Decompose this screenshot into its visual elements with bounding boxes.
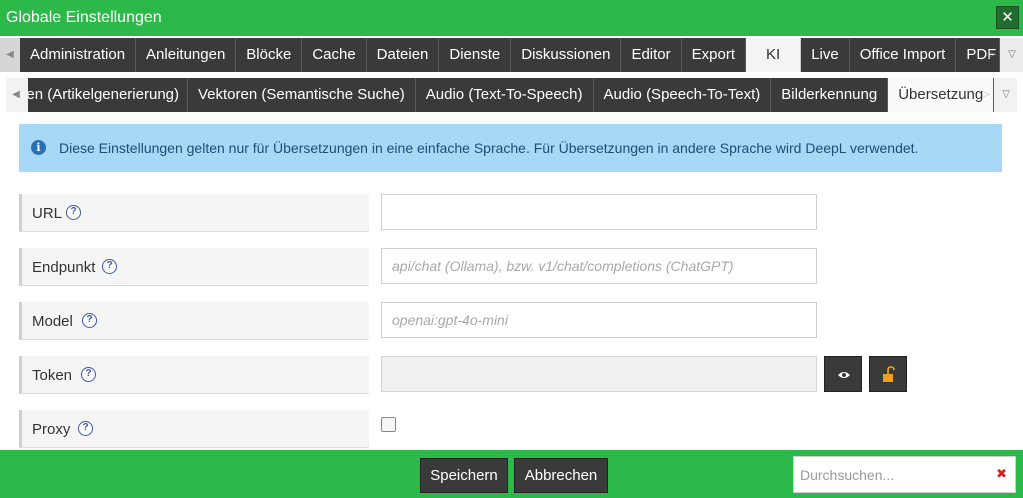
dialog-titlebar: Globale Einstellungen ✕ [0,0,1023,36]
tab-ki[interactable]: KI [746,38,802,72]
help-icon[interactable]: ? [78,421,93,436]
form-row-url: URL ? [19,194,999,232]
tab-cache[interactable]: Cache [302,38,367,72]
sub-tab-bar: ◀ Texten (Artikelgenerierung) Vektoren (… [6,78,1017,112]
dialog-footer: Speichern Abbrechen ✖ [0,450,1023,498]
subtab-audio-stt[interactable]: Audio (Speech-To-Text) [593,78,772,112]
form-row-endpoint: Endpunkt ? [19,248,999,286]
subtab-vektoren[interactable]: Vektoren (Semantische Suche) [188,78,416,112]
show-token-button[interactable] [824,356,862,392]
tab-administration[interactable]: Administration [20,38,137,72]
url-input[interactable] [381,194,817,230]
tab-live[interactable]: Live [801,38,850,72]
main-tab-bar: ◀ Administration Anleitungen Blöcke Cach… [0,38,1023,72]
subtab-bilderkennung[interactable]: Bilderkennung [771,78,889,112]
proxy-label: Proxy [32,421,71,438]
form-row-model: Model ? [19,302,999,340]
close-icon: ✕ [1001,9,1014,26]
eye-icon [838,372,850,378]
label-cell: Model ? [19,302,369,340]
tab-editor[interactable]: Editor [621,38,682,72]
save-button[interactable]: Speichern [420,458,508,493]
help-icon[interactable]: ? [81,367,96,382]
info-icon: i [31,140,46,155]
tab-bloecke[interactable]: Blöcke [236,38,303,72]
subtabs-scroll-left-icon[interactable]: ◀ [6,78,26,112]
label-cell: Endpunkt ? [19,248,369,286]
model-label: Model [32,313,73,330]
form-row-token: Token ? [19,356,999,394]
endpoint-label: Endpunkt [32,259,96,276]
clear-search-icon[interactable]: ✖ [996,466,1007,482]
unlock-token-button[interactable] [869,356,907,392]
dialog-title: Globale Einstellungen [6,9,162,26]
label-cell: Token ? [19,356,369,394]
tab-dienste[interactable]: Dienste [439,38,512,72]
unlock-icon [883,366,895,382]
main-tabs: Administration Anleitungen Blöcke Cache … [20,38,1001,72]
info-text: Diese Einstellungen gelten nur für Übers… [59,140,919,156]
tabs-scroll-left-icon[interactable]: ◀ [0,38,20,72]
label-cell: Proxy ? [19,410,369,448]
tab-dateien[interactable]: Dateien [366,38,440,72]
help-icon[interactable]: ? [66,205,81,220]
tabs-scroll-right-icon[interactable]: ▷ [982,38,1002,72]
search-box: ✖ [793,456,1016,493]
url-label: URL [32,205,63,222]
tabs-menu-chevron-down-icon[interactable]: ▽ [1002,38,1022,72]
subtab-texten[interactable]: Texten (Artikelgenerierung) [28,78,188,112]
subtabs-scroll-right-icon[interactable]: ▷ [976,78,996,112]
token-input[interactable] [381,356,817,392]
tab-office-import[interactable]: Office Import [849,38,957,72]
subtab-audio-tts[interactable]: Audio (Text-To-Speech) [415,78,594,112]
search-input[interactable] [794,457,989,492]
help-icon[interactable]: ? [82,313,97,328]
close-button[interactable]: ✕ [996,6,1019,29]
info-message: i Diese Einstellungen gelten nur für Übe… [19,124,1002,172]
form-row-proxy: Proxy ? [19,410,999,448]
sub-tabs: Texten (Artikelgenerierung) Vektoren (Se… [28,78,995,112]
model-input[interactable] [381,302,817,338]
label-cell: URL ? [19,194,369,232]
dialog-body: ◀ Administration Anleitungen Blöcke Cach… [0,36,1023,450]
subtabs-menu-chevron-down-icon[interactable]: ▽ [996,78,1016,112]
tab-diskussionen[interactable]: Diskussionen [511,38,622,72]
token-label: Token [32,367,73,384]
help-icon[interactable]: ? [102,259,117,274]
tab-export[interactable]: Export [681,38,746,72]
endpoint-input[interactable] [381,248,817,284]
cancel-button[interactable]: Abbrechen [514,458,608,493]
tab-anleitungen[interactable]: Anleitungen [136,38,237,72]
proxy-checkbox[interactable] [381,417,396,432]
